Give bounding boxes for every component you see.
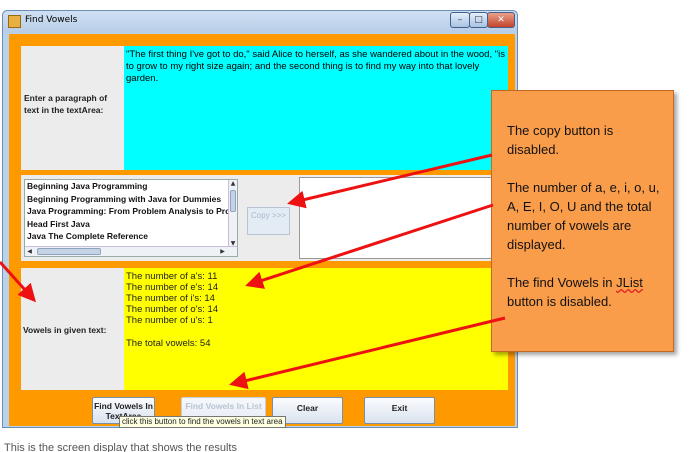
arrow-to-vowel-counts — [245, 203, 494, 289]
arrow-to-copy-button — [287, 153, 493, 209]
arrow-to-find-list-button — [229, 316, 506, 390]
figure-caption: This is the screen display that shows th… — [4, 442, 237, 452]
annotation-arrows — [0, 153, 506, 390]
arrow-to-results-label — [0, 260, 37, 303]
